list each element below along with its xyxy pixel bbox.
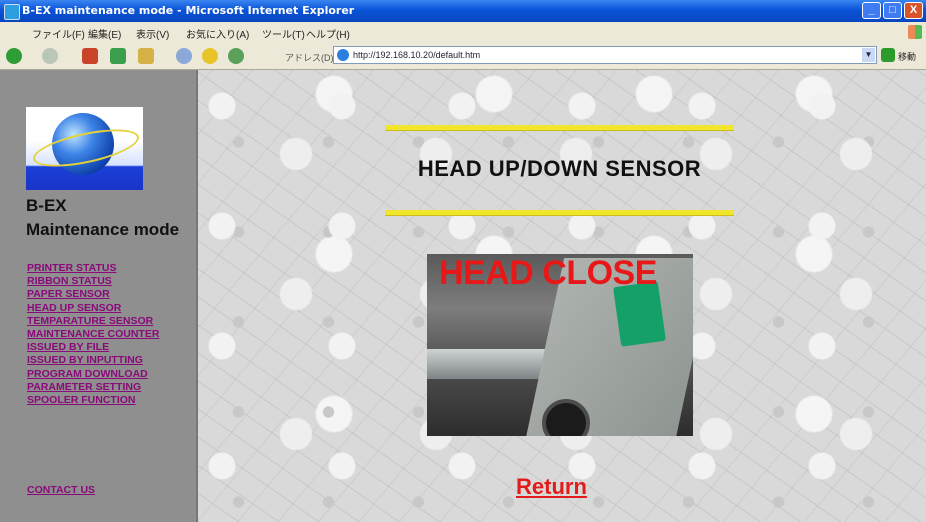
- nav-parameter-setting[interactable]: PARAMETER SETTING: [27, 381, 159, 394]
- page-icon: [337, 49, 349, 61]
- refresh-icon[interactable]: [110, 48, 126, 64]
- minimize-button[interactable]: _: [862, 2, 881, 19]
- windows-logo-icon: [908, 25, 922, 39]
- sidebar: B-EX Maintenance mode PRINTER STATUS RIB…: [0, 70, 198, 522]
- menu-edit[interactable]: 編集(E): [88, 26, 121, 41]
- search-icon[interactable]: [176, 48, 192, 64]
- title-divider-bottom: [385, 210, 734, 215]
- contact-us-link[interactable]: CONTACT US: [27, 484, 95, 496]
- page-content: B-EX Maintenance mode PRINTER STATUS RIB…: [0, 70, 926, 522]
- address-url[interactable]: http://192.168.10.20/default.htm: [353, 50, 480, 60]
- menu-tools[interactable]: ツール(T): [262, 26, 305, 41]
- home-icon[interactable]: [138, 48, 154, 64]
- history-icon[interactable]: [228, 48, 244, 64]
- nav-temperature-sensor[interactable]: TEMPARATURE SENSOR: [27, 315, 159, 328]
- globe-logo: [26, 107, 143, 190]
- nav-paper-sensor[interactable]: PAPER SENSOR: [27, 288, 159, 301]
- page-title: HEAD UP/DOWN SENSOR: [417, 156, 702, 181]
- nav-program-download[interactable]: PROGRAM DOWNLOAD: [27, 368, 159, 381]
- nav-issued-by-inputting[interactable]: ISSUED BY INPUTTING: [27, 354, 159, 367]
- return-link[interactable]: Return: [516, 474, 587, 500]
- menu-favorites[interactable]: お気に入り(A): [186, 26, 249, 41]
- nav-ribbon-status[interactable]: RIBBON STATUS: [27, 275, 159, 288]
- nav-printer-status[interactable]: PRINTER STATUS: [27, 262, 159, 275]
- app-subtitle: Maintenance mode: [26, 220, 180, 239]
- ie-icon: [4, 4, 20, 20]
- maximize-button[interactable]: □: [883, 2, 902, 19]
- title-divider-top: [385, 125, 734, 130]
- menu-bar: ファイル(F) 編集(E) 表示(V) お気に入り(A) ツール(T) ヘルプ(…: [0, 22, 926, 44]
- nav-head-up-sensor[interactable]: HEAD UP SENSOR: [27, 302, 159, 315]
- menu-help[interactable]: ヘルプ(H): [306, 26, 350, 41]
- sidebar-nav: PRINTER STATUS RIBBON STATUS PAPER SENSO…: [27, 262, 159, 407]
- toolbar: アドレス(D) http://192.168.10.20/default.htm…: [0, 43, 926, 70]
- print-head-photo: HEAD CLOSE: [427, 254, 693, 436]
- go-arrow-icon[interactable]: [881, 48, 895, 62]
- close-button[interactable]: X: [904, 2, 923, 19]
- favorites-icon[interactable]: [202, 48, 218, 64]
- go-button[interactable]: 移動: [898, 50, 916, 63]
- nav-spooler-function[interactable]: SPOOLER FUNCTION: [27, 394, 159, 407]
- head-status-text: HEAD CLOSE: [439, 254, 657, 292]
- stop-icon[interactable]: [82, 48, 98, 64]
- chevron-down-icon[interactable]: ▼: [862, 48, 875, 62]
- forward-icon[interactable]: [42, 48, 58, 64]
- main-panel: HEAD UP/DOWN SENSOR HEAD CLOSE Return: [198, 70, 926, 522]
- menu-view[interactable]: 表示(V): [136, 26, 169, 41]
- address-label: アドレス(D): [285, 53, 334, 63]
- address-bar[interactable]: http://192.168.10.20/default.htm ▼: [333, 46, 877, 64]
- window-title: B-EX maintenance mode - Microsoft Intern…: [22, 4, 355, 17]
- back-icon[interactable]: [6, 48, 22, 64]
- app-name: B-EX: [26, 196, 67, 215]
- window-titlebar[interactable]: B-EX maintenance mode - Microsoft Intern…: [0, 0, 926, 22]
- nav-maintenance-counter[interactable]: MAINTENANCE COUNTER: [27, 328, 159, 341]
- menu-file[interactable]: ファイル(F): [32, 26, 85, 41]
- nav-issued-by-file[interactable]: ISSUED BY FILE: [27, 341, 159, 354]
